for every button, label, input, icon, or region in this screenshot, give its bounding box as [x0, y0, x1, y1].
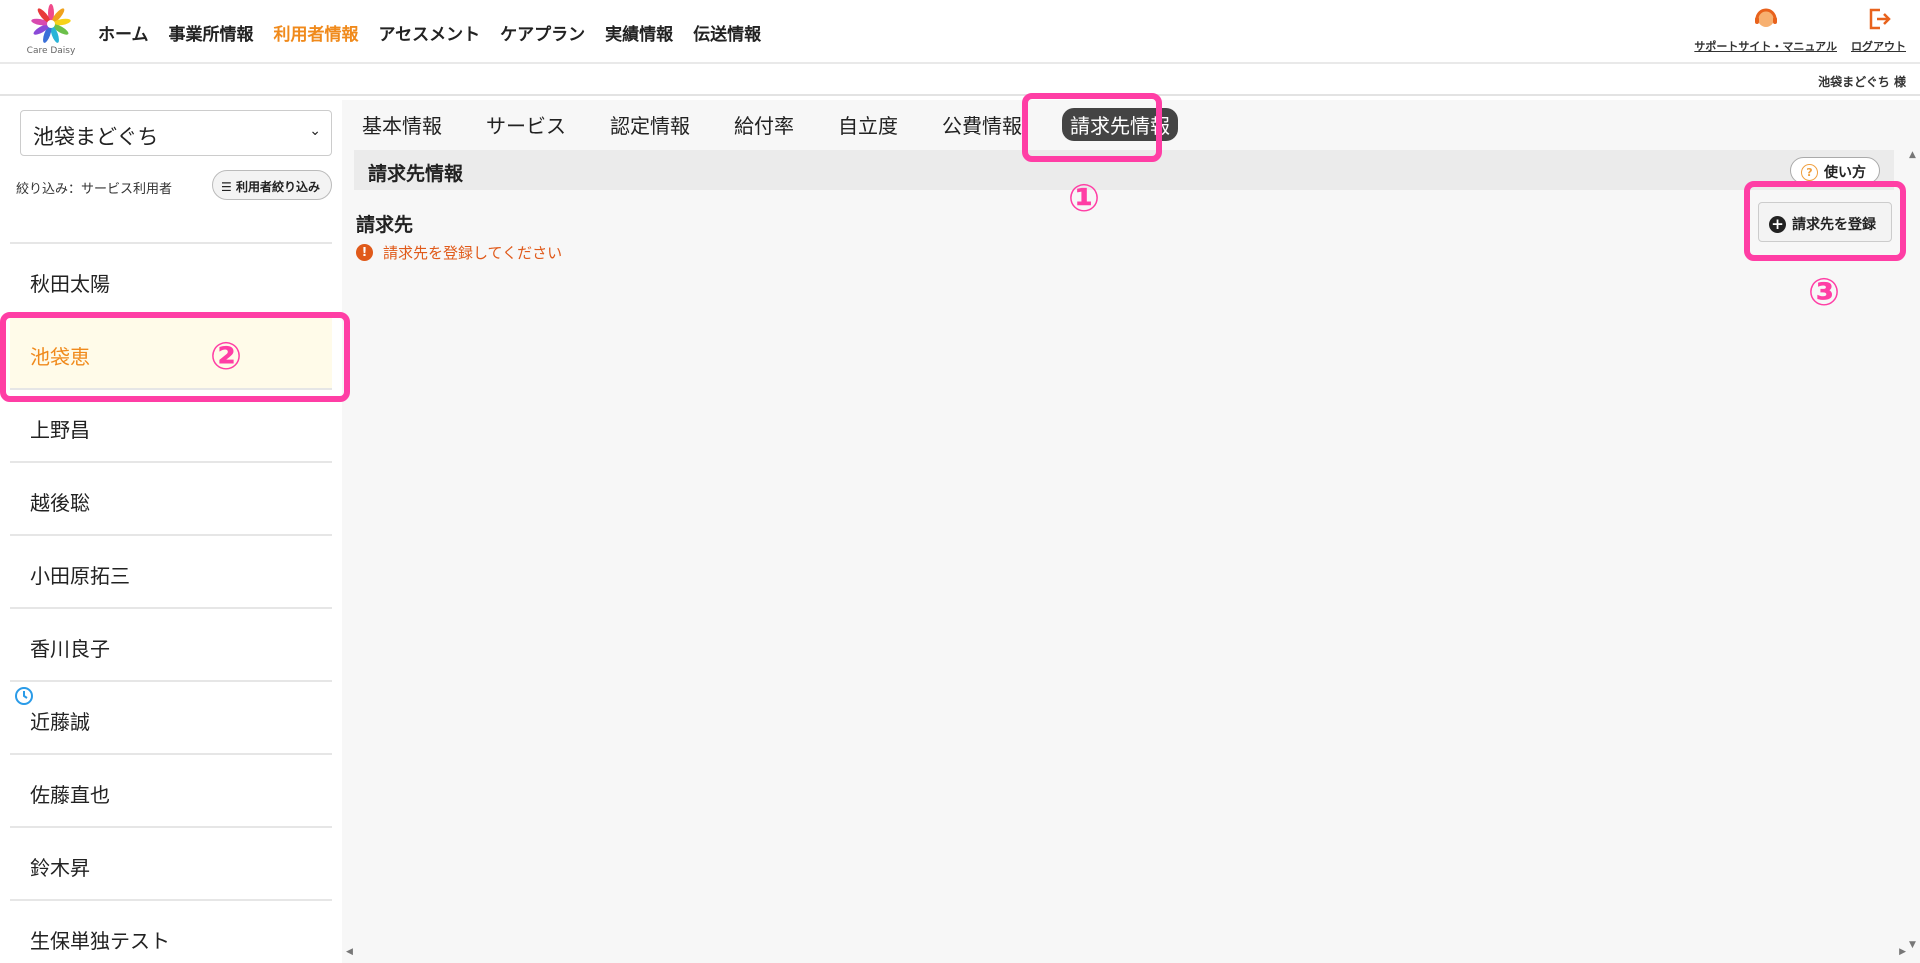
marker-3: ③ — [1808, 270, 1841, 314]
support-link[interactable]: サポートサイト・マニュアル — [1694, 6, 1837, 54]
logo-text: Care Daisy — [26, 46, 76, 56]
register-billing-button[interactable]: + 請求先を登録 — [1758, 202, 1892, 242]
logged-in-office: 池袋まどぐち 様 — [1818, 75, 1906, 89]
care-daisy-logo[interactable]: Care Daisy — [22, 4, 80, 56]
user-list-item[interactable]: 生保単独テスト — [10, 899, 332, 963]
nav-office-info[interactable]: 事業所情報 — [169, 20, 254, 45]
register-button-label: 請求先を登録 — [1792, 217, 1876, 233]
chevron-down-icon: ⌄ — [309, 123, 321, 139]
billing-label: 請求先 — [356, 214, 414, 236]
warning-message: ! 請求先を登録してください — [356, 242, 562, 263]
tab-public-expense[interactable]: 公費情報 — [938, 108, 1026, 141]
filter-label: 絞り込み：サービス利用者 — [16, 182, 173, 197]
user-list-item[interactable]: 鈴木昇 — [10, 826, 332, 899]
nav-assessment[interactable]: アセスメント — [379, 20, 481, 45]
section-header: 請求先情報 ? 使い方 — [354, 150, 1894, 190]
logout-link-label: ログアウト — [1851, 40, 1906, 53]
scroll-down-icon[interactable]: ▼ — [1909, 940, 1916, 950]
info-tabs: 基本情報 サービス 認定情報 給付率 自立度 公費情報 請求先情報 — [358, 108, 1178, 141]
nav-transmission[interactable]: 伝送情報 — [693, 20, 761, 45]
filter-icon: ☰ — [221, 180, 236, 194]
main-nav: ホーム 事業所情報 利用者情報 アセスメント ケアプラン 実績情報 伝送情報 — [98, 20, 761, 45]
alert-icon: ! — [356, 244, 373, 261]
vertical-scrollbar[interactable]: ▲ ▼ — [1906, 150, 1920, 950]
clock-icon — [15, 687, 33, 705]
plus-circle-icon: + — [1769, 216, 1786, 233]
user-list-item[interactable]: 香川良子 — [10, 607, 332, 680]
marker-1: ① — [1068, 176, 1101, 220]
scroll-up-icon[interactable]: ▲ — [1909, 150, 1916, 160]
user-filter-button[interactable]: ☰ 利用者絞り込み — [212, 170, 332, 200]
user-list-item-selected[interactable]: 池袋恵 — [10, 315, 332, 388]
tab-service[interactable]: サービス — [482, 108, 570, 141]
filter-button-label: 利用者絞り込み — [235, 180, 320, 194]
user-name: 近藤誠 — [30, 710, 90, 734]
logout-icon — [1869, 8, 1891, 30]
scroll-left-icon[interactable]: ◀ — [346, 947, 353, 957]
scroll-right-icon[interactable]: ▶ — [1899, 947, 1906, 957]
header-actions: サポートサイト・マニュアル ログアウト — [1694, 6, 1920, 54]
user-sidebar: 池袋まどぐち ⌄ 絞り込み：サービス利用者 ☰ 利用者絞り込み 秋田太陽 池袋恵… — [10, 100, 334, 963]
user-list-item[interactable]: 小田原拓三 — [10, 534, 332, 607]
tab-certification[interactable]: 認定情報 — [606, 108, 694, 141]
horizontal-scrollbar[interactable]: ◀ ▶ — [346, 947, 1906, 961]
tab-basic-info[interactable]: 基本情報 — [358, 108, 446, 141]
warning-text: 請求先を登録してください — [383, 244, 563, 262]
section-title: 請求先情報 — [368, 163, 464, 185]
app-header: Care Daisy ホーム 事業所情報 利用者情報 アセスメント ケアプラン … — [0, 0, 1920, 64]
question-icon: ? — [1801, 164, 1818, 181]
user-list-item[interactable]: 上野昌 — [10, 388, 332, 461]
main-panel: 基本情報 サービス 認定情報 給付率 自立度 公費情報 請求先情報 請求先情報 … — [342, 100, 1920, 963]
tab-independence[interactable]: 自立度 — [834, 108, 902, 141]
user-list-item[interactable]: 秋田太陽 — [10, 242, 332, 315]
logout-link[interactable]: ログアウト — [1851, 6, 1906, 54]
tab-billing-info[interactable]: 請求先情報 — [1062, 108, 1178, 141]
nav-user-info[interactable]: 利用者情報 — [274, 20, 359, 45]
office-select[interactable]: 池袋まどぐち ⌄ — [20, 110, 332, 156]
user-list: 秋田太陽 池袋恵 上野昌 越後聡 小田原拓三 香川良子 近藤誠 佐藤直也 鈴木昇… — [10, 242, 332, 963]
office-select-value: 池袋まどぐち — [33, 125, 159, 149]
help-button-label: 使い方 — [1824, 165, 1866, 181]
marker-2: ② — [210, 334, 243, 378]
user-bar: 池袋まどぐち 様 — [0, 66, 1920, 96]
nav-care-plan[interactable]: ケアプラン — [500, 20, 585, 45]
headset-icon — [1754, 8, 1777, 27]
nav-home[interactable]: ホーム — [98, 20, 149, 45]
help-button[interactable]: ? 使い方 — [1790, 157, 1880, 184]
daisy-logo-icon — [31, 4, 71, 43]
tab-benefit-rate[interactable]: 給付率 — [730, 108, 798, 141]
user-list-item[interactable]: 越後聡 — [10, 461, 332, 534]
user-list-item[interactable]: 近藤誠 — [10, 680, 332, 753]
nav-results[interactable]: 実績情報 — [605, 20, 673, 45]
support-link-label: サポートサイト・マニュアル — [1694, 40, 1837, 53]
user-list-item[interactable]: 佐藤直也 — [10, 753, 332, 826]
